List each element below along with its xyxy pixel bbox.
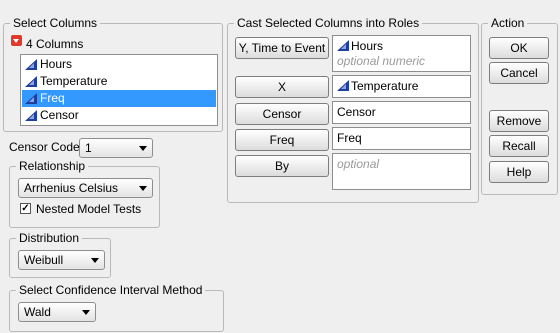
by-button[interactable]: By [235,155,329,177]
column-count-label: 4 Columns [26,37,84,51]
censor-role-field[interactable]: Censor [332,101,471,124]
chevron-down-icon [82,310,90,315]
cast-roles-title: Cast Selected Columns into Roles [234,16,423,30]
column-item-temperature[interactable]: Temperature [22,73,216,90]
select-columns-panel: Select Columns 4 Columns Hours Temperatu… [3,16,223,132]
column-list[interactable]: Hours Temperature Freq Censor [20,54,218,126]
chevron-down-icon [91,258,99,263]
disclosure-icon[interactable] [11,35,22,46]
cast-roles-panel: Cast Selected Columns into Roles Y, Time… [227,16,479,203]
action-title: Action [488,16,528,30]
distribution-title: Distribution [16,231,83,245]
ci-method-select[interactable]: Wald [18,302,96,322]
relationship-select[interactable]: Arrhenius Celsius [18,178,153,198]
relationship-panel: Relationship Arrhenius Celsius ✓ Nested … [9,159,160,228]
nested-model-tests-label: Nested Model Tests [36,202,142,216]
chevron-down-icon [139,186,147,191]
continuous-column-icon [337,80,349,91]
continuous-column-icon [337,40,349,51]
freq-role-field[interactable]: Freq [332,127,471,150]
distribution-select[interactable]: Weibull [18,250,105,270]
continuous-column-icon [25,59,37,70]
continuous-column-icon [25,110,37,121]
y-time-to-event-button[interactable]: Y, Time to Event [235,37,329,59]
ci-method-panel: Select Confidence Interval Method Wald [9,283,224,332]
cancel-button[interactable]: Cancel [489,62,549,84]
ok-button[interactable]: OK [489,37,549,59]
column-item-hours[interactable]: Hours [22,56,216,73]
by-role-hint: optional [337,157,380,171]
censor-code-label: Censor Code [9,140,80,154]
ci-method-title: Select Confidence Interval Method [16,283,206,297]
y-role-field[interactable]: Hours optional numeric [332,35,471,72]
continuous-column-icon [25,76,37,87]
by-role-field[interactable]: optional [332,153,471,190]
relationship-title: Relationship [16,159,89,173]
column-item-censor[interactable]: Censor [22,107,216,124]
remove-button[interactable]: Remove [489,110,549,132]
distribution-panel: Distribution Weibull [9,231,111,278]
x-button[interactable]: X [235,76,329,98]
nested-model-tests-checkbox[interactable]: ✓ [20,203,31,214]
continuous-column-icon [25,93,37,104]
y-role-hint: optional numeric [337,54,426,68]
select-columns-title: Select Columns [10,16,101,30]
action-panel: Action OK Cancel Remove Recall Help [481,16,558,195]
x-role-field[interactable]: Temperature [332,75,471,98]
column-item-freq[interactable]: Freq [22,90,216,107]
censor-button[interactable]: Censor [235,103,329,125]
censor-code-select[interactable]: 1 [79,138,153,158]
chevron-down-icon [139,146,147,151]
freq-button[interactable]: Freq [235,129,329,151]
recall-button[interactable]: Recall [489,135,549,157]
help-button[interactable]: Help [489,161,549,183]
